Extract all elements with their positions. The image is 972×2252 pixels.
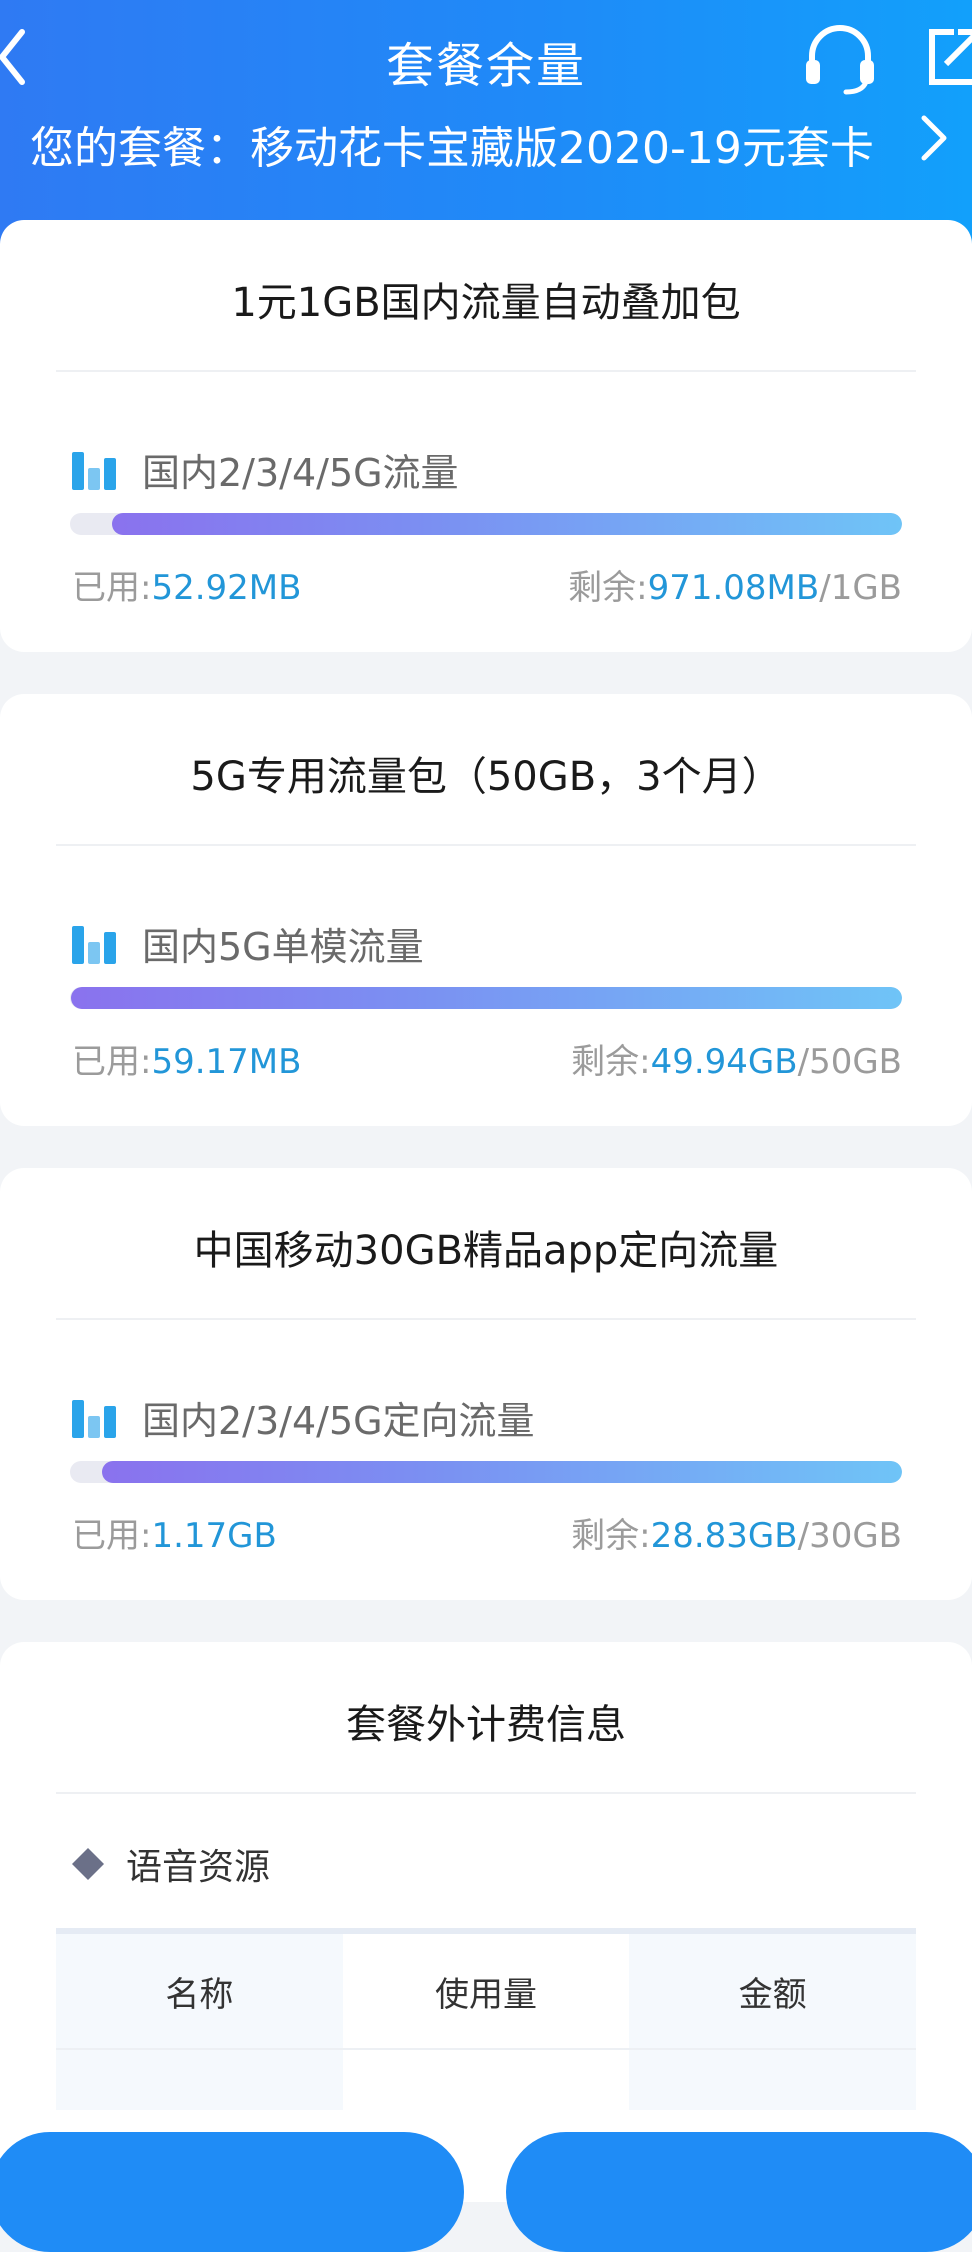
- headset-icon[interactable]: [802, 22, 878, 96]
- remaining-label: 剩余:: [571, 1042, 651, 1082]
- column-header-amount: 金额: [629, 1934, 917, 2048]
- bar-chart-icon: [72, 1399, 116, 1438]
- section-label: 语音资源: [126, 1847, 271, 1888]
- total-value: /30GB: [797, 1516, 902, 1556]
- total-value: /50GB: [797, 1042, 902, 1082]
- voice-section-header: 语音资源: [70, 1838, 270, 1890]
- divider: [56, 1318, 916, 1320]
- remaining-stat: 剩余:49.94GB/50GB: [571, 1034, 902, 1083]
- divider: [56, 844, 916, 846]
- remaining-fill: [111, 513, 902, 535]
- resource-row: 国内2/3/4/5G定向流量: [72, 1390, 535, 1445]
- table-row: [56, 2050, 917, 2110]
- bottom-right-button[interactable]: [506, 2132, 972, 2252]
- used-stat: 已用:59.17MB: [72, 1034, 301, 1083]
- package-card: 5G专用流量包（50GB，3个月） 国内5G单模流量 已用:59.17MB 剩余…: [0, 694, 972, 1126]
- used-label: 已用:: [72, 568, 152, 608]
- used-stat: 已用:52.92MB: [72, 560, 301, 609]
- plan-text: 您的套餐：移动花卡宝藏版2020-19元套卡: [30, 123, 874, 174]
- table-cell: [629, 2050, 917, 2110]
- used-stat: 已用:1.17GB: [72, 1508, 277, 1557]
- table-cell: [56, 2050, 343, 2110]
- usage-progress-bar: [70, 1461, 902, 1483]
- resource-row: 国内2/3/4/5G流量: [72, 442, 459, 497]
- table-header-row: 名称 使用量 金额: [56, 1934, 917, 2050]
- remaining-stat: 剩余:28.83GB/30GB: [571, 1508, 902, 1557]
- remaining-label: 剩余:: [568, 568, 648, 608]
- remaining-stat: 剩余:971.08MB/1GB: [568, 560, 902, 609]
- billing-title: 套餐外计费信息: [346, 1702, 626, 1748]
- usage-progress-bar: [70, 513, 902, 535]
- package-title: 中国移动30GB精品app定向流量: [193, 1228, 779, 1274]
- diamond-icon: [72, 1848, 104, 1880]
- remaining-value: 971.08MB: [647, 568, 820, 608]
- used-label: 已用:: [72, 1516, 152, 1556]
- table-cell: [342, 2050, 630, 2110]
- divider: [56, 1792, 916, 1794]
- package-card: 1元1GB国内流量自动叠加包 国内2/3/4/5G流量 已用:52.92MB 剩…: [0, 220, 972, 652]
- remaining-label: 剩余:: [571, 1516, 651, 1556]
- bar-chart-icon: [72, 925, 116, 964]
- column-header-usage: 使用量: [342, 1934, 630, 2048]
- resource-row: 国内5G单模流量: [72, 916, 424, 971]
- usage-progress-bar: [70, 987, 902, 1009]
- total-value: /1GB: [819, 568, 902, 608]
- package-title: 1元1GB国内流量自动叠加包: [231, 280, 741, 326]
- remaining-fill: [71, 987, 902, 1009]
- share-icon[interactable]: [924, 24, 972, 90]
- remaining-value: 49.94GB: [650, 1042, 798, 1082]
- remaining-fill: [102, 1461, 902, 1483]
- plan-info[interactable]: 您的套餐：移动花卡宝藏版2020-19元套卡: [30, 112, 972, 176]
- bottom-left-button[interactable]: [0, 2132, 464, 2252]
- chevron-right-icon: [921, 115, 947, 161]
- divider: [56, 370, 916, 372]
- package-title: 5G专用流量包（50GB，3个月）: [190, 754, 782, 800]
- resource-label: 国内2/3/4/5G定向流量: [142, 1399, 535, 1443]
- remaining-value: 28.83GB: [650, 1516, 798, 1556]
- resource-label: 国内5G单模流量: [142, 925, 424, 969]
- used-label: 已用:: [72, 1042, 152, 1082]
- used-value: 1.17GB: [151, 1516, 277, 1556]
- package-card: 中国移动30GB精品app定向流量 国内2/3/4/5G定向流量 已用:1.17…: [0, 1168, 972, 1600]
- bar-chart-icon: [72, 451, 116, 490]
- used-value: 52.92MB: [151, 568, 302, 608]
- used-value: 59.17MB: [151, 1042, 302, 1082]
- column-header-name: 名称: [56, 1934, 343, 2048]
- resource-label: 国内2/3/4/5G流量: [142, 451, 459, 495]
